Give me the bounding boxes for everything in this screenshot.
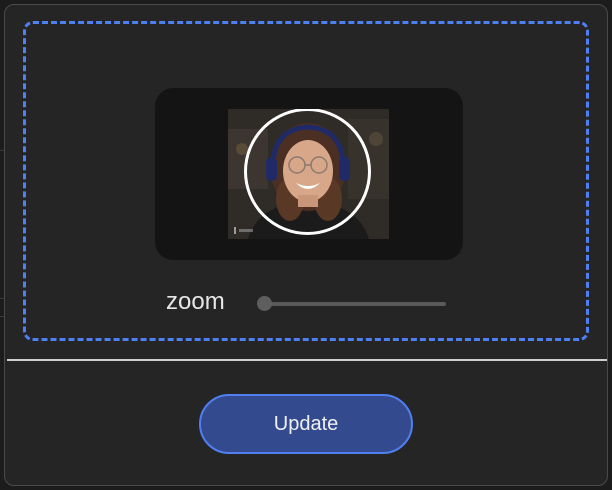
- zoom-slider-track[interactable]: [265, 302, 446, 306]
- zoom-slider-thumb[interactable]: [257, 296, 272, 311]
- crop-circle[interactable]: [244, 109, 371, 235]
- zoom-control: zoom: [166, 286, 466, 316]
- background-divider: [0, 150, 4, 151]
- avatar-editor-dialog: zoom Update: [4, 4, 608, 486]
- image-preview-frame: [155, 88, 463, 260]
- profile-photo[interactable]: [228, 109, 389, 239]
- section-divider: [7, 359, 607, 361]
- background-divider: [0, 298, 4, 299]
- update-button[interactable]: Update: [199, 394, 413, 454]
- image-dropzone[interactable]: zoom: [23, 21, 589, 341]
- zoom-label: zoom: [166, 288, 225, 315]
- background-divider: [0, 316, 4, 317]
